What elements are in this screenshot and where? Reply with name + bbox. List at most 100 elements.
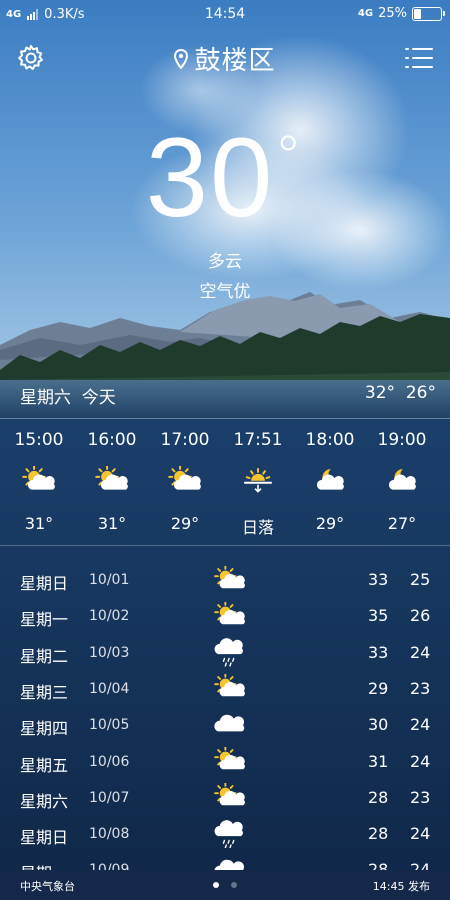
daily-low: 24: [410, 860, 431, 870]
hourly-time: 15:00: [14, 430, 64, 450]
hourly-item: 17:00 29°: [148, 430, 222, 533]
daily-low: 24: [410, 715, 431, 735]
current-temp-value: 30: [145, 115, 275, 240]
hourly-time: 16:00: [87, 430, 137, 450]
network-type-right: 4G: [357, 8, 374, 19]
today-summary: 星期六 今天 32° 26°: [20, 383, 436, 409]
daily-high: 33: [368, 642, 389, 662]
daily-date: 10/02: [89, 608, 130, 625]
rain-icon: [212, 637, 248, 669]
partly-cloudy-day-icon: [212, 600, 248, 632]
air-quality[interactable]: 空气优: [0, 277, 450, 302]
daily-low: 24: [410, 642, 431, 662]
hourly-item: 19:00 27°: [365, 430, 439, 533]
partly-cloudy-day-icon: [75, 460, 149, 502]
city-title[interactable]: 鼓楼区: [0, 40, 450, 77]
status-bar: 4G 0.3K/s 14:54 4G 25%: [0, 0, 450, 30]
hourly-value: 31°: [24, 514, 54, 533]
partly-cloudy-day-icon: [212, 782, 248, 814]
divider-top: [0, 418, 450, 419]
published-time: 14:45 发布: [372, 880, 430, 893]
daily-row[interactable]: 星期五 10/06 31 24: [0, 744, 450, 780]
daily-date: 10/06: [89, 753, 130, 770]
daily-low: 23: [410, 678, 431, 698]
list-menu-icon[interactable]: [404, 45, 434, 71]
daily-date: 10/07: [89, 789, 130, 806]
hourly-value: 27°: [387, 514, 417, 533]
degree-symbol: °: [274, 125, 305, 190]
partly-cloudy-day-icon: [148, 460, 222, 502]
hourly-value: 日落: [241, 518, 274, 537]
cloudy-icon: [212, 709, 248, 741]
location-pin-icon: [174, 48, 189, 69]
daily-low: 26: [410, 606, 431, 626]
hourly-value: 29°: [170, 514, 200, 533]
daily-row[interactable]: 星期日 10/08 28 24: [0, 816, 450, 852]
city-name: 鼓楼区: [194, 46, 276, 76]
hourly-item: 15:00 31°: [2, 430, 76, 533]
daily-high: 35: [368, 606, 389, 626]
hourly-time: 19:00: [377, 430, 427, 450]
header: 鼓楼区: [0, 38, 450, 78]
rain-icon: [212, 818, 248, 850]
hourly-time: 17:00: [160, 430, 210, 450]
daily-date: 10/08: [89, 826, 130, 843]
daily-high: 28: [368, 860, 389, 870]
daily-date: 10/05: [89, 717, 130, 734]
daily-row[interactable]: 星期一 10/02 35 26: [0, 598, 450, 634]
partly-cloudy-day-icon: [2, 460, 76, 502]
divider-middle: [0, 545, 450, 546]
hourly-item: 17:51 日落: [221, 430, 295, 538]
daily-high: 31: [368, 751, 389, 771]
hourly-time: 18:00: [305, 430, 355, 450]
today-label: 星期六 今天: [20, 388, 116, 408]
battery-percent: 25%: [378, 6, 407, 21]
daily-weekday: 星期四: [20, 719, 69, 739]
daily-row[interactable]: 星期日 10/01 33 25: [0, 562, 450, 598]
daily-high: 28: [368, 787, 389, 807]
footer: 中央气象台 14:45 发布: [0, 870, 450, 900]
daily-row[interactable]: 星期四 10/05 30 24: [0, 707, 450, 743]
current-temperature: 30°: [0, 118, 450, 238]
daily-low: 23: [410, 787, 431, 807]
battery-icon: [412, 6, 445, 21]
partly-cloudy-day-icon: [212, 746, 248, 778]
daily-weekday: 星期日: [20, 828, 69, 848]
daily-low: 24: [410, 824, 431, 844]
today-low: 26°: [405, 383, 436, 403]
daily-high: 29: [368, 678, 389, 698]
hourly-time: 17:51: [233, 430, 283, 450]
hourly-value: 31°: [97, 514, 127, 533]
hourly-item: 16:00 31°: [75, 430, 149, 533]
daily-row[interactable]: 星期一 10/09 28 24: [0, 852, 450, 870]
partly-cloudy-day-icon: [212, 673, 248, 705]
daily-low: 25: [410, 570, 431, 589]
current-condition: 多云: [208, 252, 242, 272]
page-dot[interactable]: [231, 882, 237, 888]
daily-weekday: 星期三: [20, 682, 69, 702]
page-dot[interactable]: [213, 882, 219, 888]
daily-weekday: 星期一: [20, 860, 68, 870]
daily-date: 10/03: [89, 644, 130, 661]
hourly-value: 29°: [315, 514, 345, 533]
daily-weekday: 星期五: [20, 755, 69, 775]
today-high-low: 32° 26°: [365, 383, 436, 403]
daily-row[interactable]: 星期二 10/03 33 24: [0, 635, 450, 671]
daily-weekday: 星期一: [20, 610, 69, 630]
today-high: 32°: [364, 383, 396, 403]
status-right: 4G 25%: [357, 6, 445, 21]
daily-high: 30: [368, 715, 389, 735]
daily-weekday: 星期六: [20, 791, 69, 811]
daily-row[interactable]: 星期三 10/04 29 23: [0, 671, 450, 707]
daily-date: 10/09: [89, 862, 129, 870]
daily-forecast[interactable]: 星期日 10/01 33 25 星期一 10/02 35 26 星期二 10/03 33 24 星期三…: [0, 562, 450, 870]
partly-cloudy-night-icon: [293, 460, 367, 502]
daily-row[interactable]: 星期六 10/07 28 23: [0, 780, 450, 816]
daily-low: 24: [410, 751, 431, 771]
hourly-item: 18:00 29°: [293, 430, 367, 533]
sunset-icon: [221, 460, 295, 502]
daily-date: 10/01: [89, 572, 130, 588]
daily-weekday: 星期日: [20, 574, 69, 593]
hourly-forecast[interactable]: 15:00 31° 16:00 31° 17:00 29° 17:51 日落 18:00 29°…: [0, 430, 450, 540]
daily-date: 10/04: [89, 680, 130, 697]
